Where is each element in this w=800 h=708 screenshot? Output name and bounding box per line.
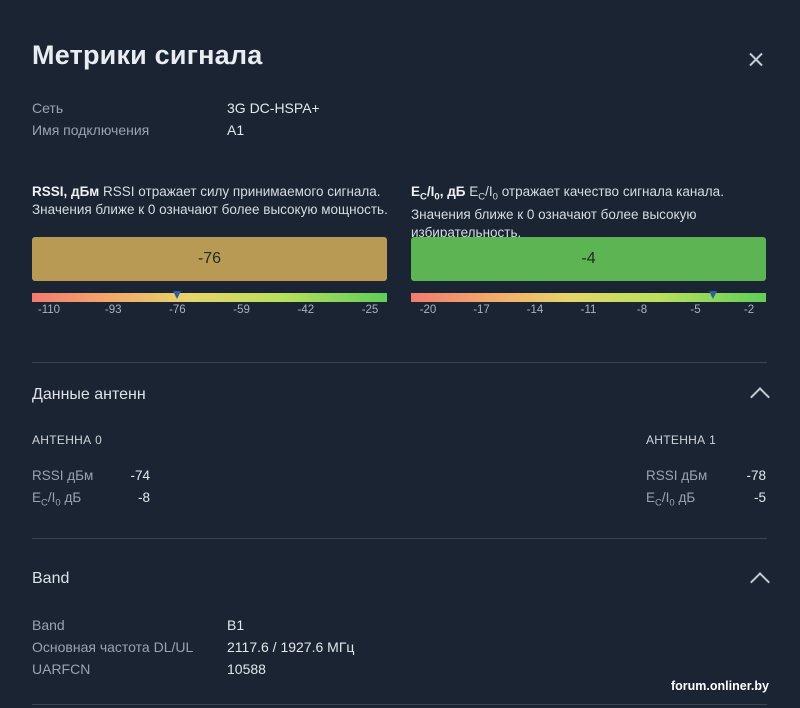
rssi-title: RSSI, дБм — [32, 184, 100, 199]
antenna-1-rssi-row: RSSI дБм -78 — [646, 468, 766, 488]
info-value: A1 — [227, 122, 245, 138]
ecio-value: -5 — [753, 490, 766, 505]
uarfcn-value: 10588 — [227, 661, 266, 677]
tick-label: -20 — [419, 304, 437, 316]
frequency-value: 2117.6 / 1927.6 МГц — [227, 639, 355, 655]
ecio-label: EC/I0 дБ — [646, 490, 696, 509]
antenna-1-ecio-row: EC/I0 дБ -5 — [646, 490, 766, 510]
tick-label: -59 — [233, 304, 250, 316]
tick-label: -2 — [743, 304, 755, 316]
rssi-value: -78 — [746, 468, 766, 483]
divider — [32, 362, 767, 363]
info-label: Сеть — [32, 100, 64, 116]
info-row-connection: Имя подключения A1 — [32, 122, 432, 142]
page-title: Метрики сигнала — [32, 40, 263, 70]
antenna-0-heading: АНТЕННА 0 — [32, 433, 103, 447]
tick-label: -8 — [636, 304, 648, 316]
chevron-up-icon[interactable] — [750, 387, 770, 407]
band-value: B1 — [227, 617, 245, 633]
tick-label: -14 — [526, 304, 544, 316]
tick-label: -76 — [169, 304, 186, 316]
ecio-label: EC/I0 дБ — [32, 490, 82, 509]
tick-label: -17 — [473, 304, 490, 316]
divider — [32, 538, 767, 539]
chevron-up-icon[interactable] — [750, 572, 770, 592]
rssi-label: RSSI дБм — [32, 468, 94, 483]
rssi-tick-labels: -110 -93 -76 -59 -42 -25 — [32, 304, 387, 320]
watermark: forum.onliner.by — [671, 679, 769, 693]
tick-label: -93 — [104, 304, 122, 316]
info-value: 3G DC-HSPA+ — [227, 100, 320, 116]
rssi-description: RSSI, дБм RSSI отражает силу принимаемог… — [32, 183, 392, 218]
uarfcn-label: UARFCN — [32, 661, 91, 677]
tick-label: -25 — [361, 304, 379, 316]
ecio-value: -4 — [581, 250, 596, 267]
close-icon[interactable] — [744, 48, 768, 72]
tick-label: -5 — [690, 304, 701, 316]
frequency-row: Основная частота DL/UL 2117.6 / 1927.6 М… — [32, 639, 432, 659]
rssi-label: RSSI дБм — [646, 468, 708, 483]
tick-label: -11 — [580, 304, 597, 316]
antenna-section-title: Данные антенн — [32, 386, 146, 403]
ecio-description: EC/I0, дБ EC/I0 отражает качество сигнал… — [411, 183, 771, 241]
tick-label: -42 — [297, 304, 315, 316]
band-row: Band B1 — [32, 617, 432, 637]
rssi-scale-bar — [32, 293, 387, 302]
band-section-title: Band — [32, 570, 70, 587]
band-label: Band — [32, 617, 65, 633]
info-row-network: Сеть 3G DC-HSPA+ — [32, 100, 432, 120]
uarfcn-row: UARFCN 10588 — [32, 661, 432, 681]
ecio-value-box: -4 — [411, 237, 766, 281]
antenna-0-rssi-row: RSSI дБм -74 — [32, 468, 162, 488]
ecio-title: EC/I0, дБ — [411, 184, 466, 203]
rssi-value: -74 — [130, 468, 150, 483]
rssi-value: -76 — [197, 250, 222, 267]
antenna-0-ecio-row: EC/I0 дБ -8 — [32, 490, 162, 510]
rssi-marker — [173, 291, 182, 299]
info-label: Имя подключения — [32, 122, 150, 138]
divider — [32, 704, 767, 705]
rssi-value-box: -76 — [32, 237, 387, 281]
ecio-value: -8 — [137, 490, 150, 505]
antenna-1-heading: АНТЕННА 1 — [646, 433, 717, 447]
tick-label: -110 — [37, 304, 61, 316]
ecio-marker — [709, 291, 718, 299]
frequency-label: Основная частота DL/UL — [32, 639, 194, 655]
ecio-tick-labels: -20 -17 -14 -11 -8 -5 -2 — [411, 304, 766, 320]
